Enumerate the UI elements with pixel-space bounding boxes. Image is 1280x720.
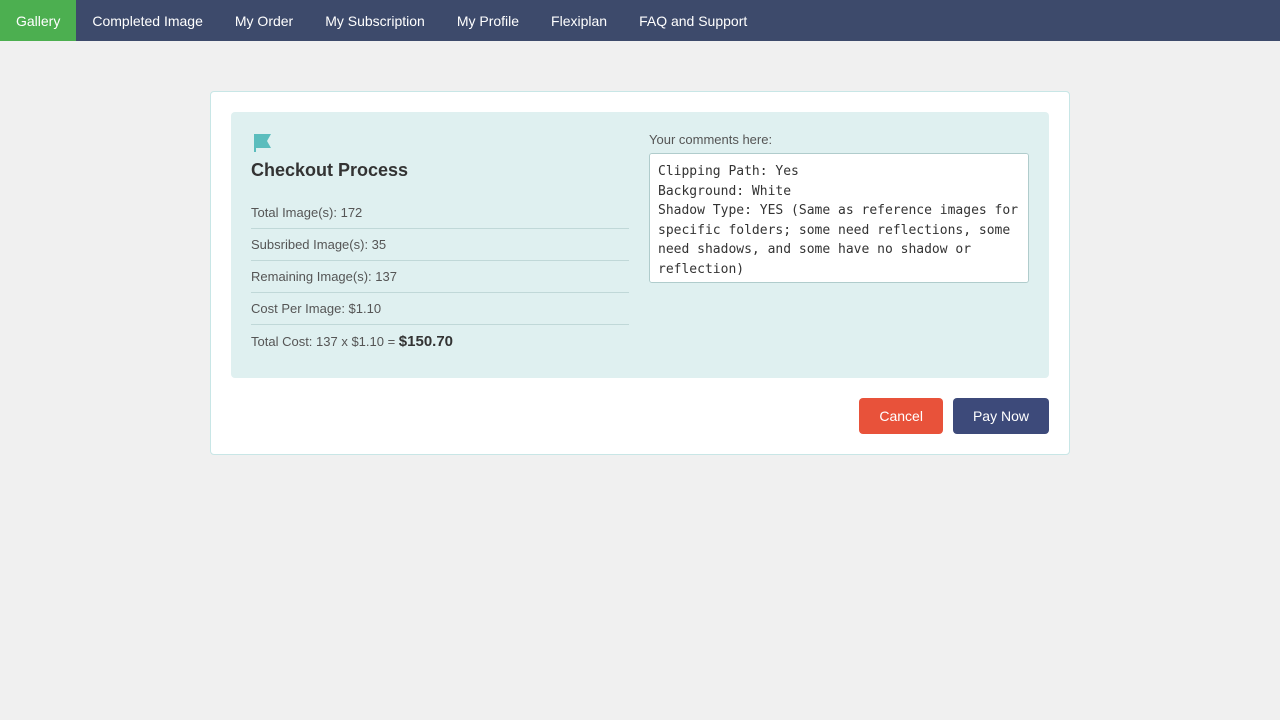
nav-item-my-subscription[interactable]: My Subscription — [309, 0, 441, 41]
buttons-area: Cancel Pay Now — [231, 398, 1049, 434]
nav-item-gallery[interactable]: Gallery — [0, 0, 76, 41]
content-area: Checkout Process Total Image(s): 172 Sub… — [0, 41, 1280, 475]
comments-textarea[interactable] — [649, 153, 1029, 283]
nav-item-faq-support[interactable]: FAQ and Support — [623, 0, 763, 41]
checkout-title: Checkout Process — [251, 160, 629, 181]
cancel-button[interactable]: Cancel — [859, 398, 943, 434]
nav-item-flexiplan[interactable]: Flexiplan — [535, 0, 623, 41]
nav-item-completed-image[interactable]: Completed Image — [76, 0, 219, 41]
navigation: Gallery Completed Image My Order My Subs… — [0, 0, 1280, 41]
comments-label: Your comments here: — [649, 132, 1029, 147]
total-cost-label: Total Cost: 137 x $1.10 = — [251, 334, 399, 349]
cost-per-image-row: Cost Per Image: $1.10 — [251, 293, 629, 325]
total-cost-bold: $150.70 — [399, 333, 453, 350]
nav-item-my-profile[interactable]: My Profile — [441, 0, 535, 41]
total-images-row: Total Image(s): 172 — [251, 197, 629, 229]
total-cost-row: Total Cost: 137 x $1.10 = $150.70 — [251, 325, 629, 358]
checkout-left: Checkout Process Total Image(s): 172 Sub… — [251, 132, 629, 358]
checkout-right: Your comments here: — [649, 132, 1029, 358]
remaining-images-row: Remaining Image(s): 137 — [251, 261, 629, 293]
nav-item-my-order[interactable]: My Order — [219, 0, 309, 41]
checkout-card: Checkout Process Total Image(s): 172 Sub… — [210, 91, 1070, 455]
subscribed-images-row: Subsribed Image(s): 35 — [251, 229, 629, 261]
pay-now-button[interactable]: Pay Now — [953, 398, 1049, 434]
checkout-inner: Checkout Process Total Image(s): 172 Sub… — [231, 112, 1049, 378]
flag-icon — [251, 132, 275, 160]
